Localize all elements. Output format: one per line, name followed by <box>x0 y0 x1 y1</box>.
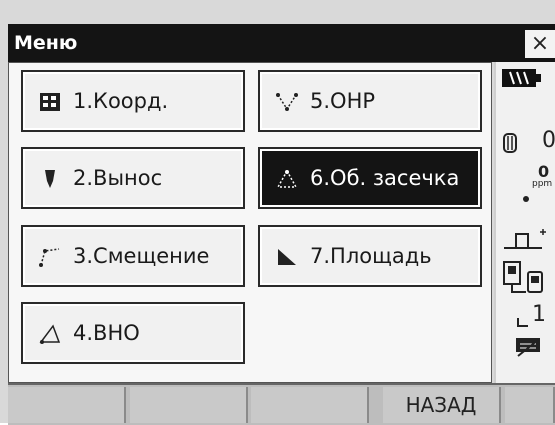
menu-item-label: 7.Площадь <box>310 244 432 268</box>
stakeout-icon <box>45 170 55 188</box>
resection-icon <box>277 170 297 188</box>
menu-item-offset[interactable]: 3.Смещение <box>21 225 245 287</box>
input-mode-icon <box>516 338 540 357</box>
area-icon <box>278 249 296 265</box>
status-sidebar: 0 0 ppm 1 <box>494 62 555 383</box>
screen: Меню × 1.Коорд. 2.Вынос 3.Смещение 4.ВНО… <box>0 0 555 425</box>
page-number: 1 <box>532 302 546 327</box>
back-button-label: НАЗАД <box>405 393 477 417</box>
close-button[interactable]: × <box>525 30 555 58</box>
page-indicator-icon <box>517 318 528 327</box>
prism-constant: 0 <box>542 128 555 153</box>
missing-line-icon <box>276 93 298 111</box>
battery-icon <box>502 69 541 87</box>
title-bar: Меню × <box>8 24 555 62</box>
offset-icon <box>39 248 60 267</box>
prism-icon <box>503 133 517 153</box>
menu-item-stakeout[interactable]: 2.Вынос <box>21 147 245 209</box>
menu-item-label: 6.Об. засечка <box>310 166 460 190</box>
remote-elevation-icon <box>39 324 61 344</box>
menu-item-coordinates[interactable]: 1.Коорд. <box>21 70 245 132</box>
menu-item-label: 1.Коорд. <box>73 89 169 113</box>
bluetooth-connection-icon <box>503 261 543 293</box>
softkey-f2[interactable] <box>130 387 248 423</box>
coordinates-icon <box>40 93 60 111</box>
menu-item-area[interactable]: 7.Площадь <box>258 225 482 287</box>
status-dot <box>523 196 529 202</box>
menu-item-label: 4.ВНО <box>73 321 140 345</box>
softkey-f5[interactable] <box>505 387 555 423</box>
menu-item-label: 2.Вынос <box>73 166 163 190</box>
softkey-bar: НАЗАД <box>8 383 555 425</box>
ppm-unit: ppm <box>532 179 553 189</box>
softkey-f1[interactable] <box>8 387 126 423</box>
back-button[interactable]: НАЗАД <box>383 387 501 423</box>
menu-item-missing-line[interactable]: 5.ОНР <box>258 70 482 132</box>
menu-item-label: 3.Смещение <box>73 244 210 268</box>
laser-plummet-icon <box>504 229 546 249</box>
menu-item-resection[interactable]: 6.Об. засечка <box>258 147 482 209</box>
menu-item-label: 5.ОНР <box>310 89 376 113</box>
window-title: Меню <box>14 32 78 54</box>
softkey-f3[interactable] <box>251 387 369 423</box>
